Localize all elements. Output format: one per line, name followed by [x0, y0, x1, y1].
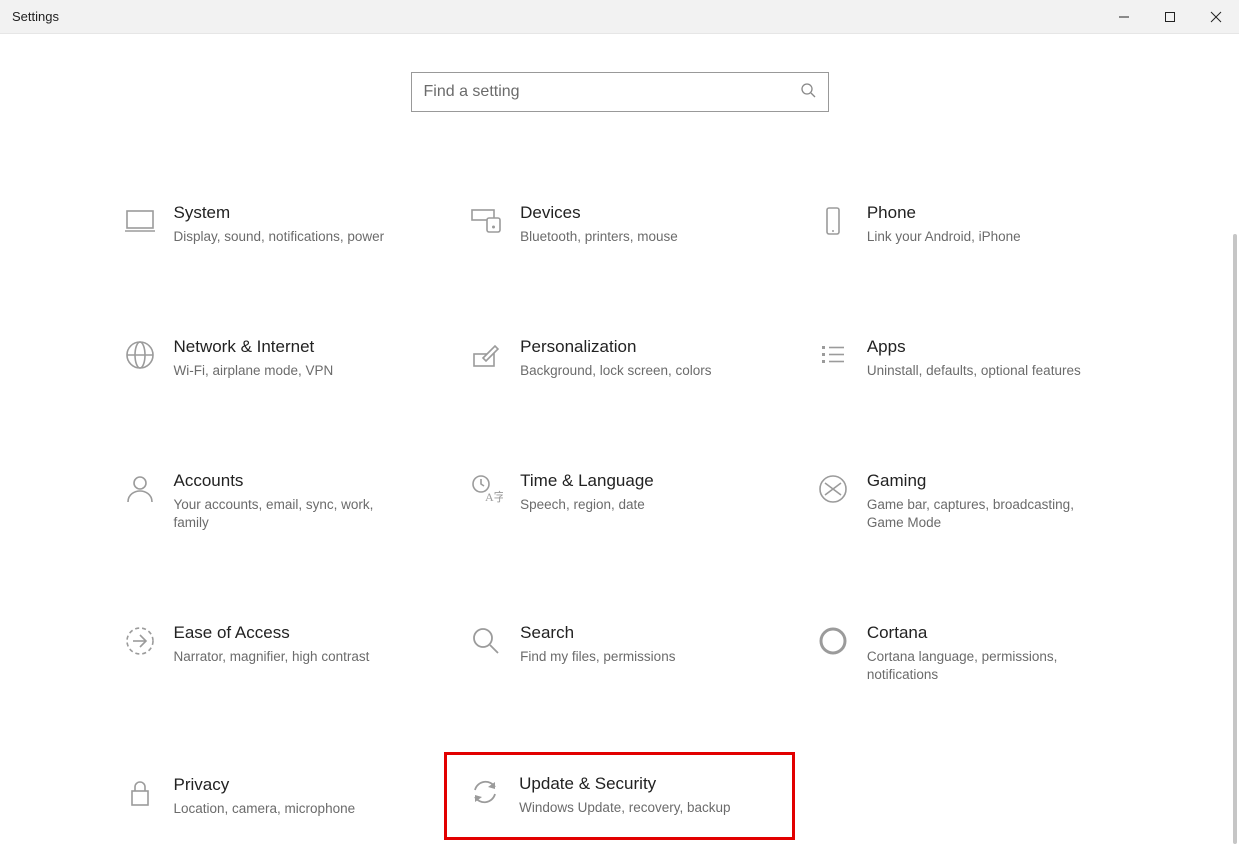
tile-desc: Display, sound, notifications, power	[174, 228, 385, 246]
search-icon	[800, 82, 816, 103]
tile-personalization[interactable]: Personalization Background, lock screen,…	[456, 326, 783, 390]
tile-title: Personalization	[520, 336, 711, 358]
maximize-button[interactable]	[1147, 0, 1193, 33]
tile-desc: Speech, region, date	[520, 496, 654, 514]
tile-title: Network & Internet	[174, 336, 334, 358]
magnifier-icon	[458, 622, 514, 658]
devices-icon	[458, 202, 514, 238]
tile-ease-of-access[interactable]: Ease of Access Narrator, magnifier, high…	[110, 612, 437, 694]
tile-desc: Wi-Fi, airplane mode, VPN	[174, 362, 334, 380]
tile-update-security[interactable]: Update & Security Windows Update, recove…	[444, 752, 795, 840]
tile-title: Time & Language	[520, 470, 654, 492]
tile-desc: Uninstall, defaults, optional features	[867, 362, 1081, 380]
tile-desc: Find my files, permissions	[520, 648, 675, 666]
tile-title: Phone	[867, 202, 1021, 224]
tile-title: Update & Security	[519, 773, 730, 795]
tile-desc: Link your Android, iPhone	[867, 228, 1021, 246]
tile-desc: Narrator, magnifier, high contrast	[174, 648, 370, 666]
scrollbar[interactable]	[1233, 234, 1237, 844]
update-icon	[457, 773, 513, 809]
tile-cortana[interactable]: Cortana Cortana language, permissions, n…	[803, 612, 1130, 694]
globe-icon	[112, 336, 168, 372]
tile-privacy[interactable]: Privacy Location, camera, microphone	[110, 764, 437, 828]
paintbrush-icon	[458, 336, 514, 372]
person-icon	[112, 470, 168, 506]
tile-desc: Game bar, captures, broadcasting, Game M…	[867, 496, 1091, 532]
tile-desc: Background, lock screen, colors	[520, 362, 711, 380]
apps-icon	[805, 336, 861, 372]
tile-title: Devices	[520, 202, 678, 224]
tile-desc: Your accounts, email, sync, work, family	[174, 496, 398, 532]
search-input[interactable]	[424, 83, 800, 101]
tile-desc: Windows Update, recovery, backup	[519, 799, 730, 817]
tile-search[interactable]: Search Find my files, permissions	[456, 612, 783, 694]
tile-desc: Location, camera, microphone	[174, 800, 356, 818]
tile-title: Ease of Access	[174, 622, 370, 644]
tile-title: System	[174, 202, 385, 224]
tile-accounts[interactable]: Accounts Your accounts, email, sync, wor…	[110, 460, 437, 542]
cortana-icon	[805, 622, 861, 658]
tile-title: Privacy	[174, 774, 356, 796]
lock-icon	[112, 774, 168, 810]
tile-network[interactable]: Network & Internet Wi-Fi, airplane mode,…	[110, 326, 437, 390]
close-button[interactable]	[1193, 0, 1239, 33]
search-box[interactable]	[411, 72, 829, 112]
settings-grid: System Display, sound, notifications, po…	[110, 192, 1130, 828]
phone-icon	[805, 202, 861, 238]
tile-devices[interactable]: Devices Bluetooth, printers, mouse	[456, 192, 783, 256]
tile-gaming[interactable]: Gaming Game bar, captures, broadcasting,…	[803, 460, 1130, 542]
tile-title: Search	[520, 622, 675, 644]
tile-title: Cortana	[867, 622, 1091, 644]
time-language-icon: A字	[458, 470, 514, 506]
system-icon	[112, 202, 168, 238]
tile-desc: Cortana language, permissions, notificat…	[867, 648, 1091, 684]
gaming-icon	[805, 470, 861, 506]
window-title: Settings	[12, 9, 59, 24]
main-content: System Display, sound, notifications, po…	[0, 34, 1239, 828]
window-controls	[1101, 0, 1239, 33]
tile-system[interactable]: System Display, sound, notifications, po…	[110, 192, 437, 256]
title-bar: Settings	[0, 0, 1239, 34]
tile-title: Accounts	[174, 470, 398, 492]
svg-text:A字: A字	[485, 489, 503, 504]
tile-desc: Bluetooth, printers, mouse	[520, 228, 678, 246]
minimize-button[interactable]	[1101, 0, 1147, 33]
tile-apps[interactable]: Apps Uninstall, defaults, optional featu…	[803, 326, 1130, 390]
tile-phone[interactable]: Phone Link your Android, iPhone	[803, 192, 1130, 256]
tile-time-language[interactable]: A字 Time & Language Speech, region, date	[456, 460, 783, 542]
tile-title: Gaming	[867, 470, 1091, 492]
ease-icon	[112, 622, 168, 658]
tile-title: Apps	[867, 336, 1081, 358]
